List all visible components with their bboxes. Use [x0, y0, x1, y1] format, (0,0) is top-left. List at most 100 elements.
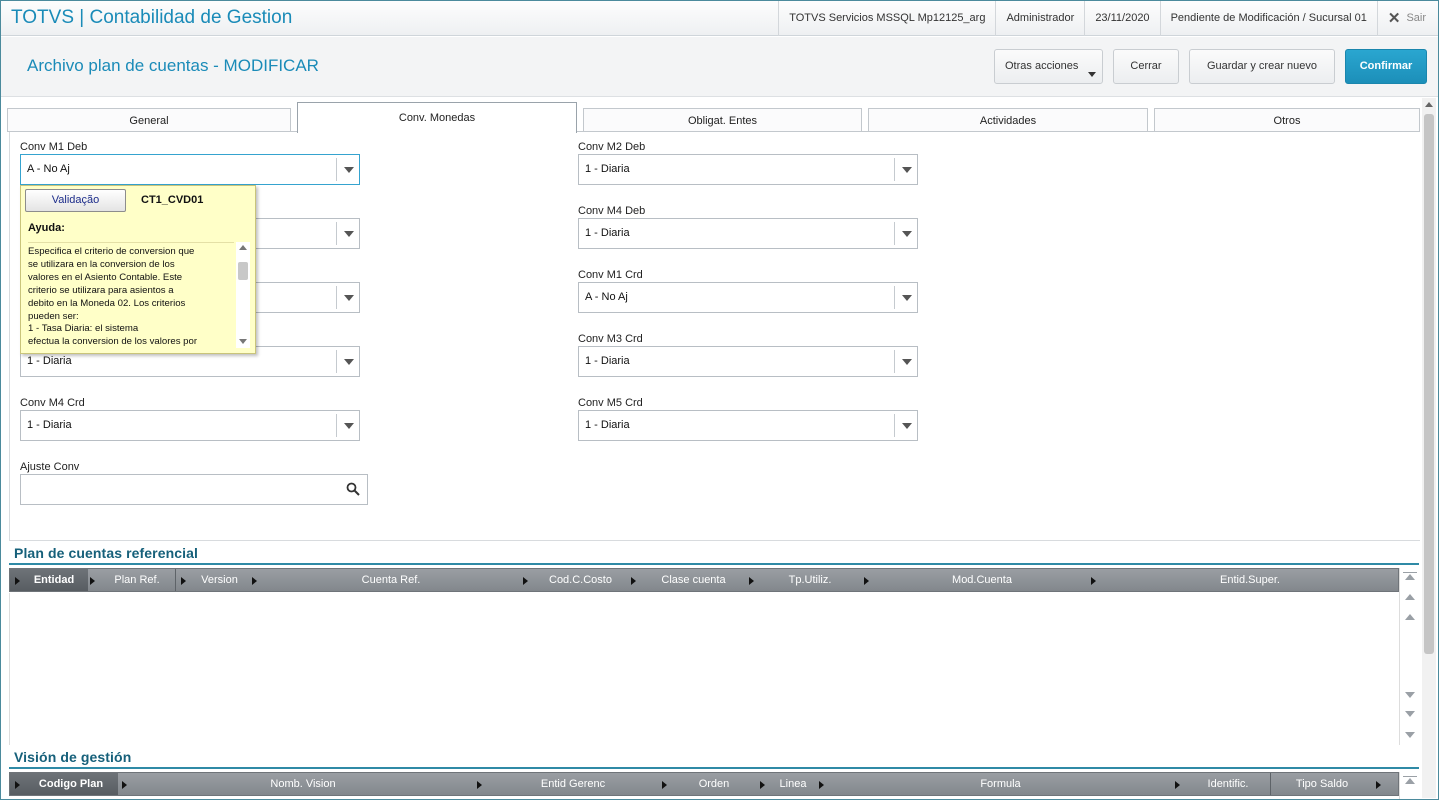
main-scrollbar[interactable]: [1422, 98, 1436, 798]
scroll-up-icon[interactable]: [239, 245, 247, 250]
field-label-conv-m4-deb: Conv M4 Deb: [578, 205, 646, 217]
column-header-plan-ref[interactable]: Plan Ref.: [100, 569, 174, 591]
plan-referencial-grid-scrollbar[interactable]: [1399, 568, 1419, 745]
select-value: 1 - Diaria: [27, 419, 72, 431]
scroll-top-icon[interactable]: [1405, 778, 1415, 784]
column-marker-icon: [181, 577, 186, 585]
application-window: TOTVS | Contabilidad de Gestion TOTVS Se…: [0, 0, 1439, 800]
tab-actividades[interactable]: Actividades: [868, 108, 1148, 132]
search-icon[interactable]: [346, 482, 360, 496]
column-marker-icon: [122, 781, 127, 789]
column-header-mod-cuenta[interactable]: Mod.Cuenta: [874, 569, 1090, 591]
tab-conv-monedas[interactable]: Conv. Monedas: [297, 102, 577, 133]
column-marker-icon: [1376, 781, 1381, 789]
ajuste-conv-input[interactable]: [20, 474, 368, 505]
scroll-thumb[interactable]: [238, 262, 248, 280]
scroll-down-icon[interactable]: [1405, 692, 1415, 698]
column-separator: [1270, 773, 1271, 795]
column-marker-icon: [760, 781, 765, 789]
column-header-nomb-vision[interactable]: Nomb. Vision: [132, 773, 474, 795]
column-header-entidad[interactable]: Entidad: [10, 569, 88, 591]
scroll-bar-icon: [1403, 572, 1417, 573]
column-marker-icon: [15, 577, 20, 585]
column-header-version[interactable]: Version: [191, 569, 248, 591]
conv-m2-deb-right-select[interactable]: 1 - Diaria: [578, 154, 918, 185]
conv-m3-crd-select[interactable]: 1 - Diaria: [578, 346, 918, 377]
conv-m4-crd-select[interactable]: 1 - Diaria: [20, 410, 360, 441]
session-date: 23/11/2020: [1084, 1, 1159, 36]
column-header-entid-super[interactable]: Entid.Super.: [1101, 569, 1399, 591]
chevron-down-icon[interactable]: [894, 222, 917, 245]
column-header-linea[interactable]: Linea: [770, 773, 816, 795]
exit-button[interactable]: ✕ Sair: [1376, 1, 1438, 36]
close-button[interactable]: Cerrar: [1113, 49, 1179, 84]
plan-referencial-grid-header: Entidad Plan Ref. Version Cuenta Ref. Co…: [9, 568, 1399, 592]
help-scrollbar[interactable]: [236, 242, 250, 348]
column-header-tipo-saldo[interactable]: Tipo Saldo: [1272, 773, 1372, 795]
chevron-down-icon[interactable]: [894, 350, 917, 373]
chevron-down-icon[interactable]: [894, 286, 917, 309]
help-line: se utilizara en la conversion de los: [28, 258, 175, 270]
section-title-vision-gestion: Visión de gestión: [14, 749, 132, 765]
chevron-down-icon[interactable]: [336, 286, 359, 309]
chevron-down-icon[interactable]: [336, 222, 359, 245]
column-header-orden[interactable]: Orden: [672, 773, 756, 795]
column-header-tp-utiliz[interactable]: Tp.Utiliz.: [759, 569, 861, 591]
field-label-conv-m5-crd: Conv M5 Crd: [578, 397, 643, 409]
scroll-top-icon[interactable]: [1405, 574, 1415, 580]
server-name: TOTVS Servicios MSSQL Mp12125_arg: [778, 1, 995, 36]
tab-otros[interactable]: Otros: [1154, 108, 1420, 132]
chevron-down-icon[interactable]: [894, 414, 917, 437]
scroll-thumb[interactable]: [1424, 114, 1434, 654]
column-header-codigo-plan[interactable]: Codigo Plan: [10, 773, 118, 795]
tab-obligat-entes[interactable]: Obligat. Entes: [583, 108, 862, 132]
conv-m1-deb-select[interactable]: A - No Aj: [20, 154, 360, 185]
scroll-bottom-icon[interactable]: [1405, 732, 1415, 738]
tab-general[interactable]: General: [7, 108, 291, 132]
column-marker-icon: [90, 577, 95, 585]
column-marker-icon: [819, 781, 824, 789]
help-line: criterio se utilizara para asientos a: [28, 284, 174, 296]
scroll-up-icon[interactable]: [1405, 614, 1415, 620]
column-marker-icon: [252, 577, 257, 585]
field-label-conv-m1-crd: Conv M1 Crd: [578, 269, 643, 281]
column-separator: [175, 569, 176, 591]
help-tooltip: Validação CT1_CVD01 Ayuda: Especifica el…: [20, 185, 256, 354]
section-rule: [9, 563, 1419, 565]
help-line: valores en el Asiento Contable. Este: [28, 271, 183, 283]
plan-referencial-grid-body[interactable]: [9, 593, 1399, 745]
conv-m1-crd-select[interactable]: A - No Aj: [578, 282, 918, 313]
section-rule: [9, 767, 1419, 769]
column-header-cuenta-ref[interactable]: Cuenta Ref.: [262, 569, 520, 591]
conv-m4-deb-select[interactable]: 1 - Diaria: [578, 218, 918, 249]
column-marker-icon: [662, 781, 667, 789]
help-line: efectua la conversion de los valores por: [28, 336, 198, 348]
save-and-new-button[interactable]: Guardar y crear nuevo: [1189, 49, 1335, 84]
scroll-down-icon[interactable]: [239, 339, 247, 344]
confirm-button[interactable]: Confirmar: [1345, 49, 1427, 84]
exit-label: Sair: [1406, 12, 1426, 24]
other-actions-button[interactable]: Otras acciones: [994, 49, 1103, 84]
chevron-down-icon[interactable]: [336, 414, 359, 437]
field-label-conv-m2-deb: Conv M2 Deb: [578, 141, 646, 153]
scroll-page-down-icon[interactable]: [1405, 711, 1415, 717]
scroll-page-up-icon[interactable]: [1405, 594, 1415, 600]
chevron-down-icon[interactable]: [336, 158, 359, 181]
help-line: Especifica el criterio de conversion que: [28, 246, 195, 257]
conv-m5-crd-select[interactable]: 1 - Diaria: [578, 410, 918, 441]
chevron-down-icon[interactable]: [894, 158, 917, 181]
column-header-formula[interactable]: Formula: [829, 773, 1172, 795]
field-code: CT1_CVD01: [141, 194, 204, 206]
column-header-identific[interactable]: Identific.: [1185, 773, 1271, 795]
column-header-cod-c-costo[interactable]: Cod.C.Costo: [533, 569, 628, 591]
column-header-entid-gerenc[interactable]: Entid Gerenc: [487, 773, 659, 795]
column-marker-icon: [1175, 781, 1180, 789]
close-icon: ✕: [1387, 10, 1401, 27]
section-title-plan-referencial: Plan de cuentas referencial: [14, 545, 199, 561]
vision-gestion-grid-scrollbar[interactable]: [1399, 772, 1419, 799]
scroll-up-icon[interactable]: [1425, 102, 1433, 107]
chevron-down-icon[interactable]: [336, 350, 359, 373]
column-marker-icon: [523, 577, 528, 585]
column-header-clase-cuenta[interactable]: Clase cuenta: [641, 569, 746, 591]
validation-button[interactable]: Validação: [25, 189, 126, 212]
